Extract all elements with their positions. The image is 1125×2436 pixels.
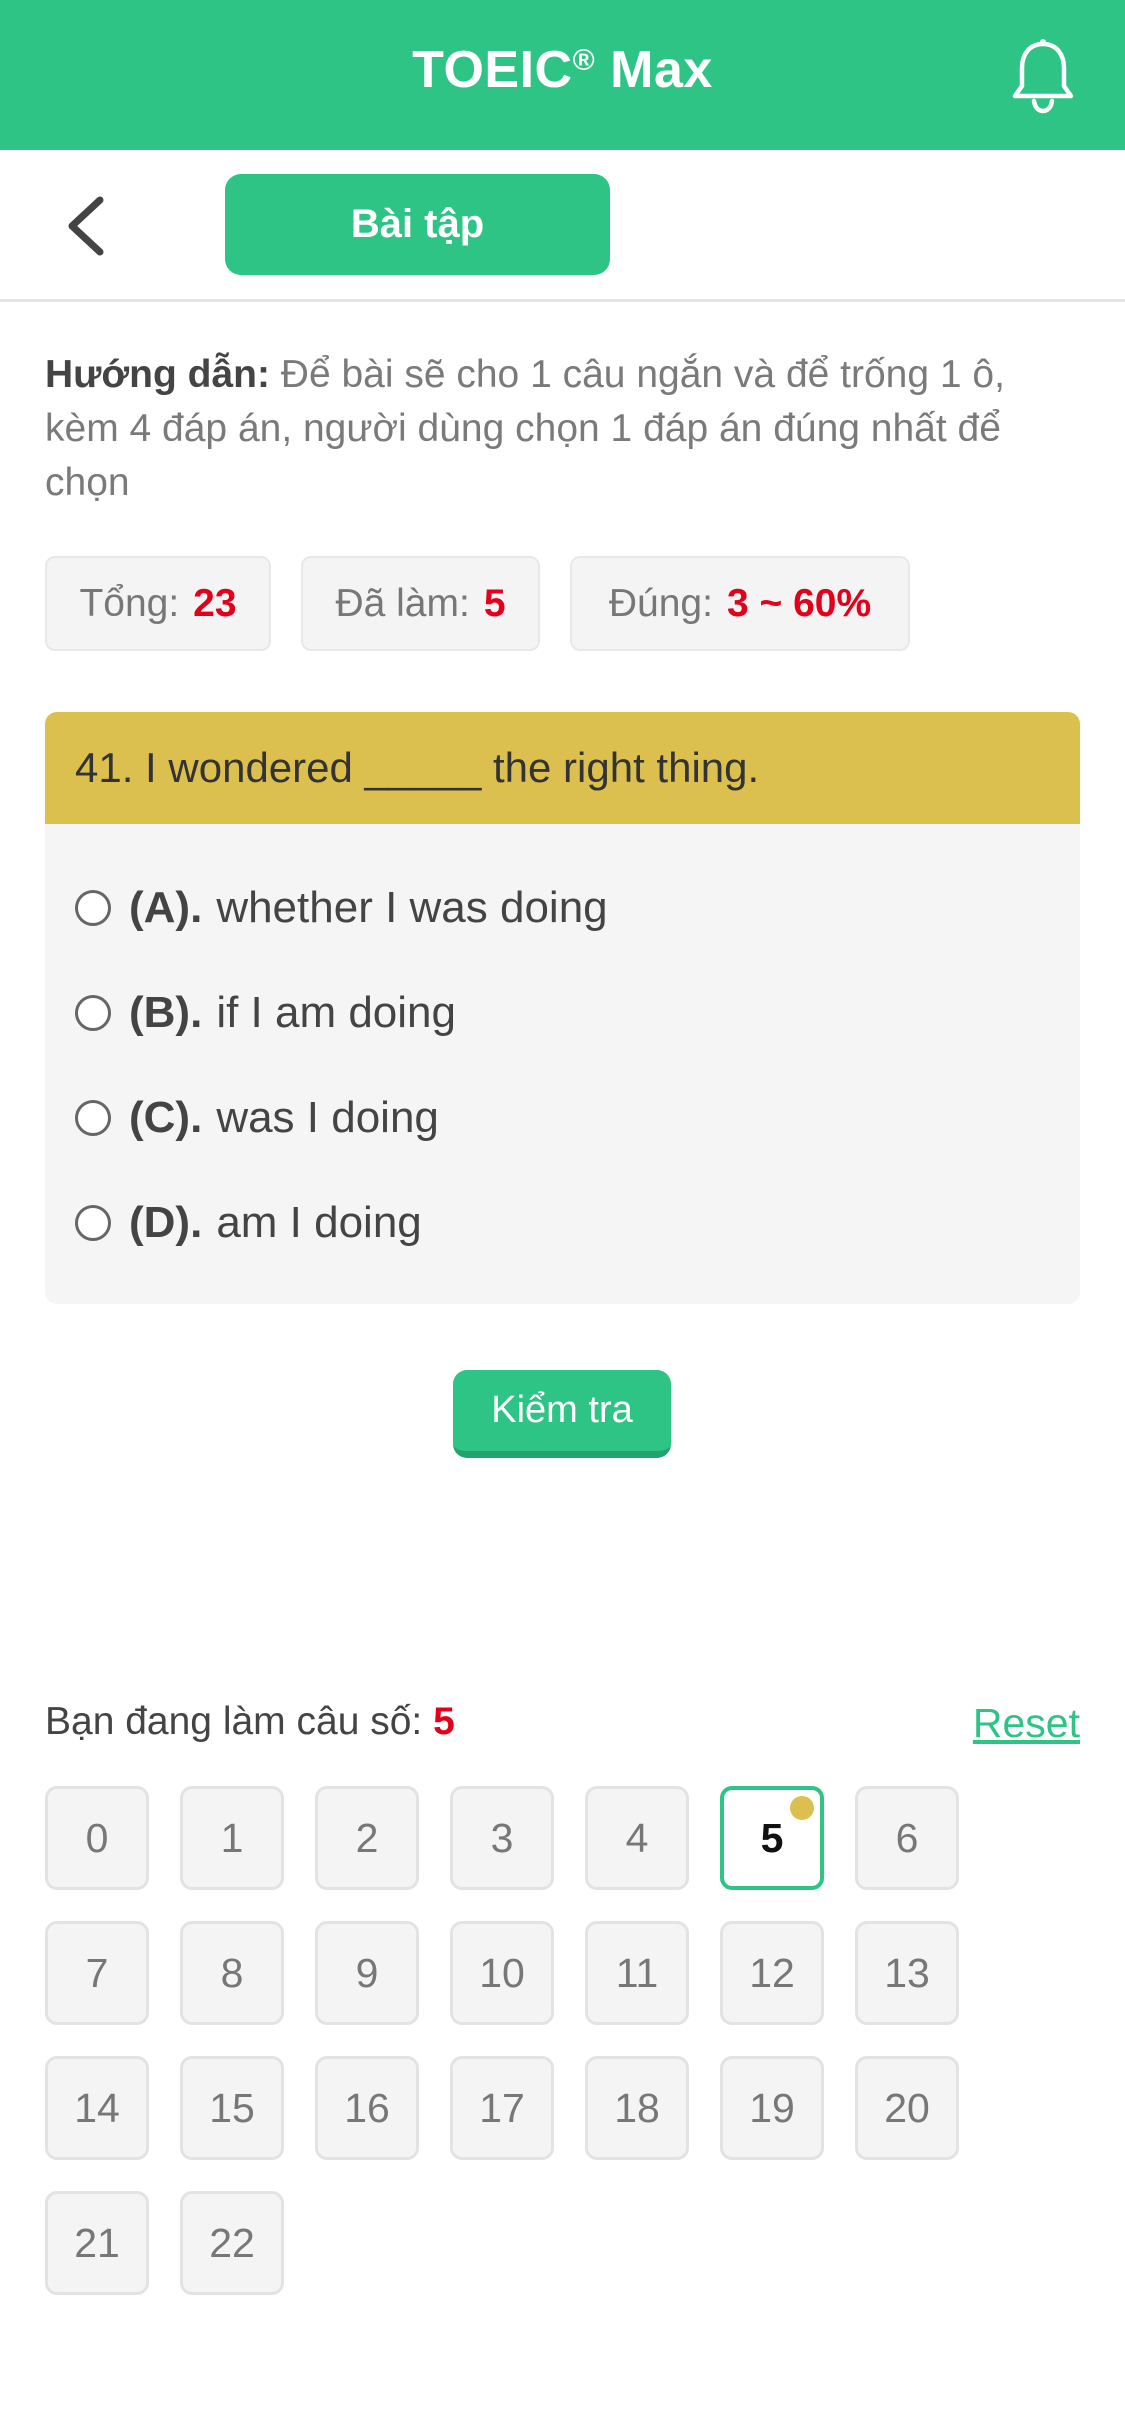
radio-icon[interactable] bbox=[75, 995, 111, 1031]
check-button[interactable]: Kiểm tra bbox=[453, 1370, 671, 1458]
question-number-button[interactable]: 16 bbox=[315, 2056, 419, 2160]
toolbar: Bài tập bbox=[0, 150, 1125, 302]
question-card: 41. I wondered _____ the right thing. (A… bbox=[45, 712, 1080, 1304]
question-text: 41. I wondered _____ the right thing. bbox=[45, 712, 1080, 824]
question-number-button[interactable]: 10 bbox=[450, 1921, 554, 2025]
question-number-button[interactable]: 15 bbox=[180, 2056, 284, 2160]
exercise-tab-button[interactable]: Bài tập bbox=[225, 174, 610, 275]
app-title: TOEIC® Max bbox=[412, 41, 713, 99]
reset-link[interactable]: Reset bbox=[973, 1700, 1080, 1747]
stat-total: Tổng: 23 bbox=[45, 556, 271, 651]
radio-icon[interactable] bbox=[75, 1100, 111, 1136]
question-number-button[interactable]: 5 bbox=[720, 1786, 824, 1890]
question-number-button[interactable]: 2 bbox=[315, 1786, 419, 1890]
instructions-label: Hướng dẫn: bbox=[45, 353, 270, 396]
option-d[interactable]: (D). am I doing bbox=[75, 1193, 422, 1253]
question-number-button[interactable]: 11 bbox=[585, 1921, 689, 2025]
stat-done: Đã làm: 5 bbox=[301, 556, 540, 651]
option-b[interactable]: (B). if I am doing bbox=[75, 983, 456, 1043]
question-number-button[interactable]: 6 bbox=[855, 1786, 959, 1890]
question-number-button[interactable]: 8 bbox=[180, 1921, 284, 2025]
app-bar: TOEIC® Max bbox=[0, 0, 1125, 150]
status-dot-icon bbox=[790, 1796, 814, 1820]
chevron-left-icon[interactable] bbox=[62, 194, 112, 258]
option-a[interactable]: (A). whether I was doing bbox=[75, 878, 608, 938]
question-number-button[interactable]: 9 bbox=[315, 1921, 419, 2025]
question-number-button[interactable]: 13 bbox=[855, 1921, 959, 2025]
instructions: Hướng dẫn: Để bài sẽ cho 1 câu ngắn và đ… bbox=[45, 348, 1085, 510]
radio-icon[interactable] bbox=[75, 890, 111, 926]
question-number-button[interactable]: 4 bbox=[585, 1786, 689, 1890]
question-number-button[interactable]: 17 bbox=[450, 2056, 554, 2160]
question-number-button[interactable]: 22 bbox=[180, 2191, 284, 2295]
question-number-button[interactable]: 21 bbox=[45, 2191, 149, 2295]
radio-icon[interactable] bbox=[75, 1205, 111, 1241]
question-number-button[interactable]: 1 bbox=[180, 1786, 284, 1890]
question-number-button[interactable]: 19 bbox=[720, 2056, 824, 2160]
question-number-button[interactable]: 14 bbox=[45, 2056, 149, 2160]
option-c[interactable]: (C). was I doing bbox=[75, 1088, 439, 1148]
bell-icon[interactable] bbox=[1010, 38, 1076, 114]
question-number-button[interactable]: 0 bbox=[45, 1786, 149, 1890]
question-number-button[interactable]: 7 bbox=[45, 1921, 149, 2025]
question-number-button[interactable]: 20 bbox=[855, 2056, 959, 2160]
question-number-button[interactable]: 3 bbox=[450, 1786, 554, 1890]
stat-correct: Đúng: 3 ~ 60% bbox=[570, 556, 910, 651]
question-number-button[interactable]: 12 bbox=[720, 1921, 824, 2025]
current-question-indicator: Bạn đang làm câu số: 5 bbox=[45, 1700, 455, 1743]
question-number-button[interactable]: 18 bbox=[585, 2056, 689, 2160]
